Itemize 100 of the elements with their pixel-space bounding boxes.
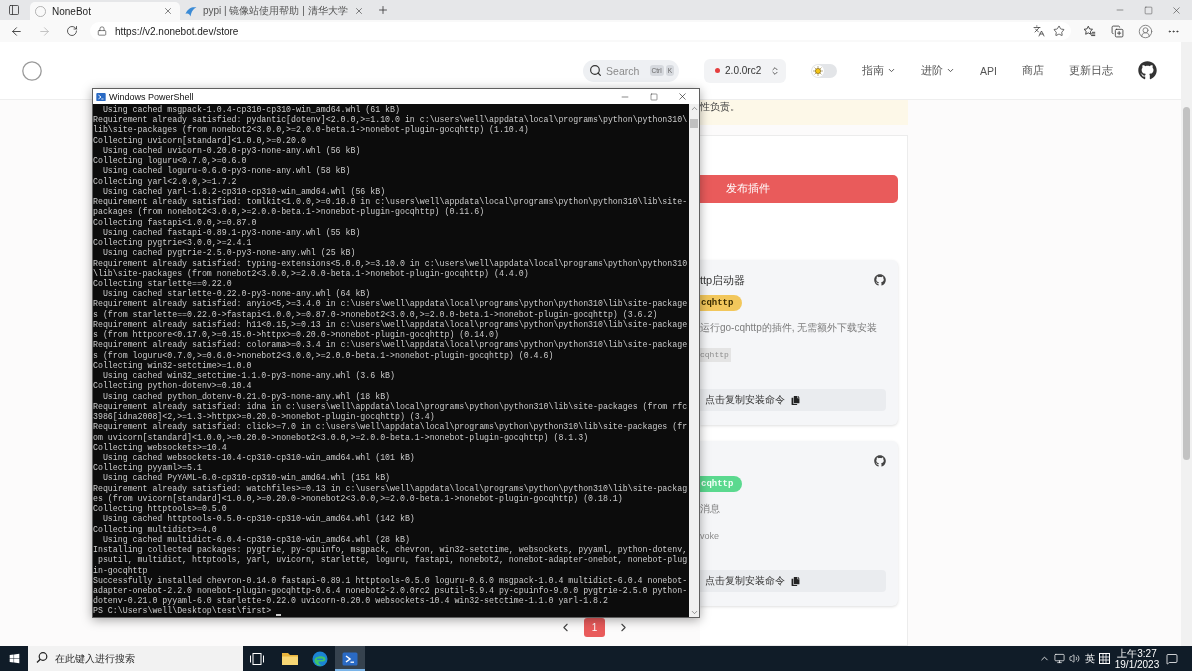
star-icon[interactable] [1053, 25, 1065, 37]
copy-icon [791, 395, 800, 405]
theme-switch[interactable] [811, 63, 838, 78]
github-icon[interactable] [1138, 61, 1157, 80]
console-line: Using cached multidict-6.0.4-cp310-cp310-win_amd64.whl (28 kB) [101, 534, 411, 545]
scrollbar-thumb[interactable] [1183, 107, 1190, 460]
address-field[interactable]: https://v2.nonebot.dev/store [90, 22, 1071, 40]
nav-link[interactable]: 指南 [862, 63, 897, 78]
windows-logo-icon[interactable] [8, 653, 20, 664]
console-line: dotenv-0.21.0 pyyaml-6.0 starlette-0.22.0 uvicorn-0.20.0 websockets-10.4 win32-setctime-1.1.0 yarl-1.8.2 [93, 596, 609, 606]
console-line: om uvicorn[standard]<1.0.0,>=0.20.0->nonebot2<3.0.0,>=2.0.0-beta.1->nonebot-plugin-gocqhttp) (8.1.3) [93, 432, 590, 443]
close-icon[interactable] [163, 6, 173, 16]
nav-link[interactable]: API [980, 64, 997, 77]
tab-actions-icon[interactable] [8, 4, 20, 16]
ring-logo-icon[interactable] [22, 60, 42, 81]
copy-command-button[interactable]: 点击复制安装命令 [700, 389, 886, 411]
swoosh-icon [185, 5, 197, 17]
copy-plus-icon[interactable] [1110, 24, 1124, 38]
nav-link[interactable]: 商店 [1022, 63, 1044, 78]
close-icon[interactable] [677, 91, 688, 102]
taskbar-app-button[interactable] [335, 646, 365, 671]
console-line: es (from uvicorn[standard]<1.0.0,>=0.20.0->nonebot2<3.0.0,>=2.0.0-beta.1->nonebot-plugin-gocqhttp) (0.18.1) [93, 493, 624, 504]
search-field[interactable]: 在此键入进行搜索 [55, 646, 243, 671]
plugin-title: ttp启动器 [700, 272, 746, 288]
console-line: Using cached PyYAML-6.0-cp310-cp310-win_amd64.whl (151 kB) [101, 473, 392, 484]
github-icon[interactable] [874, 274, 886, 286]
console-line: s (from httpcore<0.17.0,>=0.15.0->httpx>=0.20.0->nonebot-plugin-gocqhttp) (0.14.0) [93, 330, 500, 340]
terminal-icon[interactable] [342, 650, 358, 667]
monitor-icon[interactable] [1054, 653, 1065, 664]
console-line: \lib\site-packages (from nonebot2<3.0.0,>=2.0.0-beta.1->nonebot-plugin-gocqhttp) (4.4.0) [93, 268, 530, 279]
url-text: https://v2.nonebot.dev/store [115, 25, 240, 37]
console-line: Requirement already satisfied: idna in c:\users\well\appdata\local\programs\python\python310\lib\site-packages (from rfc [93, 401, 689, 412]
console-line: Installing collected packages: pygtrie, py-cpuinfo, msgpack, chevron, win32-setctime, websockets, pyyaml, python-dotenv, [93, 545, 689, 555]
chevron-down-icon [946, 66, 956, 75]
console-line: Requirement already satisfied: colorama>=0.3.4 in c:\users\well\appdata\local\programs\python\python310\lib\site-package [93, 340, 689, 351]
console-line: s (from loguru<0.7.0,>=0.6.0->nonebot2<3.0.0,>=2.0.0-beta.1->nonebot-plugin-gocqhttp) (0.4.6) [93, 350, 555, 361]
clock-date[interactable]: 19/1/2023 [1114, 658, 1160, 670]
console-line: psutil, multidict, httptools, yarl, uvicorn, starlette, loguru, fastapi, nonebot2, nonebot-adapter-onebot, nonebot-plug [96, 555, 689, 566]
console-line: Using cached python_dotenv-0.21.0-py3-none-any.whl (18 kB) [101, 391, 392, 402]
translate-icon[interactable] [1033, 25, 1045, 37]
console-line: packages (from nonebot2<3.0.0,>=2.0.0-beta.1->nonebot-plugin-gocqhttp) (0.11.6) [93, 207, 486, 218]
plugin-tag: cqhttp [700, 295, 743, 311]
console-line: Using cached websockets-10.4-cp310-cp310-win_amd64.whl (101 kB) [101, 452, 416, 463]
console-line: Requirement already satisfied: tomlkit<1.0.0,>=0.10.0 in c:\users\well\appdata\local\programs\python\python310\lib\site- [93, 197, 689, 207]
plugin-meta-text: voke [700, 530, 719, 543]
console-line: Using cached pygtrie-2.5.0-py3-none-any.whl (25 kB) [101, 248, 357, 259]
console-line: adapter-onebot-2.2.0 nonebot-plugin-gocqhttp-0.6.4 nonebot2-2.0.0rc2 psutil-5.9.4 py-cpuinfo-9.0.0 pygtrie-2.5.0 python- [93, 586, 689, 596]
volume-icon[interactable] [1069, 653, 1080, 664]
avatar-icon[interactable] [1137, 23, 1153, 39]
console-line: Collecting win32-setctime>=1.0.0 [93, 360, 253, 371]
plugin-description: 运行go-cqhttp的插件, 无需额外下载安装 [700, 321, 879, 334]
back-arrow-icon[interactable] [9, 24, 23, 38]
module-code: cqhttp [700, 348, 731, 362]
github-icon[interactable] [874, 455, 886, 467]
console-line: Requirement already satisfied: anyio<5,>=3.4.0 in c:\users\well\appdata\local\programs\python\python310\lib\site-package [93, 299, 689, 310]
console-line: Using cached httptools-0.5.0-cp310-cp310-win_amd64.whl (142 kB) [101, 514, 416, 525]
ring-icon [35, 5, 46, 17]
console-line: 3986[idna2008]<2,>=1.3->httpx>=0.20.0->nonebot-plugin-gocqhttp) (3.4) [93, 412, 436, 422]
keyboard-grid-icon[interactable] [1099, 653, 1110, 664]
star-list-icon[interactable] [1082, 24, 1096, 38]
console-line: Collecting pygtrie<3.0.0,>=2.4.1 [93, 238, 253, 248]
console-line: Collecting python-dotenv>=0.10.4 [93, 381, 253, 392]
clock-time[interactable]: 上午3:27 [1117, 647, 1157, 659]
status-dot-icon [715, 68, 721, 73]
nav-link[interactable]: 进阶 [921, 63, 956, 78]
nav-link[interactable]: 更新日志 [1069, 63, 1113, 78]
console-line: Using cached loguru-0.6.0-py3-none-any.whl (58 kB) [101, 166, 352, 177]
plus-icon[interactable] [376, 4, 389, 16]
lock-icon [97, 26, 107, 36]
plugin-tag: cqhttp [700, 476, 743, 492]
sun-icon [812, 64, 825, 77]
console-line: s (from starlette==0.22.0->fastapi<1.0.0,>=0.87.0->nonebot2<3.0.0,>=2.0.0-beta.1->nonebot-plugin-gocqhttp) (3.6.2) [93, 309, 659, 320]
folder-icon[interactable] [282, 652, 298, 665]
console-line: Using cached starlette-0.22.0-py3-none-any.whl (64 kB) [101, 289, 372, 299]
version-select[interactable]: 2.0.0rc2 [704, 58, 787, 83]
console-line: Requirement already satisfied: click>=7.0 in c:\users\well\appdata\local\programs\python\python310\lib\site-packages (fr [93, 422, 689, 433]
task-view-icon[interactable] [250, 652, 264, 665]
window-title: Windows PowerShell [109, 91, 194, 102]
console-line: Collecting websockets>=10.4 [93, 442, 228, 453]
refresh-icon[interactable] [66, 25, 78, 37]
search-icon [589, 64, 603, 77]
chevron-down-icon [887, 66, 897, 75]
console-line: Collecting multidict>=4.0 [93, 524, 218, 535]
console-line: in-gocqhttp [93, 565, 149, 576]
language-indicator[interactable]: 英 [1084, 651, 1095, 666]
message-icon[interactable] [1166, 652, 1178, 665]
scrollbar-thumb[interactable] [690, 119, 698, 128]
console-line: Collecting fastapi<1.0.0,>=0.87.0 [93, 217, 258, 228]
copy-command-button[interactable]: 点击复制安装命令 [700, 570, 886, 592]
edge-icon[interactable] [312, 650, 328, 667]
browser-tab[interactable]: NoneBot [30, 2, 180, 20]
up-down-icon [770, 65, 781, 76]
console-line: Collecting starlette==0.22.0 [93, 279, 233, 289]
browser-tab[interactable]: pypi | 镜像站使用帮助 | 清华大学 [180, 2, 371, 20]
close-icon[interactable] [1170, 4, 1182, 16]
close-icon[interactable] [353, 6, 364, 16]
console-line: Using cached fastapi-0.89.1-py3-none-any.whl (55 kB) [101, 227, 362, 238]
console-line: Using cached win32_setctime-1.1.0-py3-none-any.whl (3.6 kB) [101, 371, 396, 381]
console-line: Requirement already satisfied: typing-extensions<5.0.0,>=3.10.0 in c:\users\well\appdata\local\programs\python\python310 [93, 258, 689, 269]
console-line: Requirement already satisfied: h11<0.15,>=0.13 in c:\users\well\appdata\local\programs\python\python310\lib\site-package [93, 319, 689, 330]
